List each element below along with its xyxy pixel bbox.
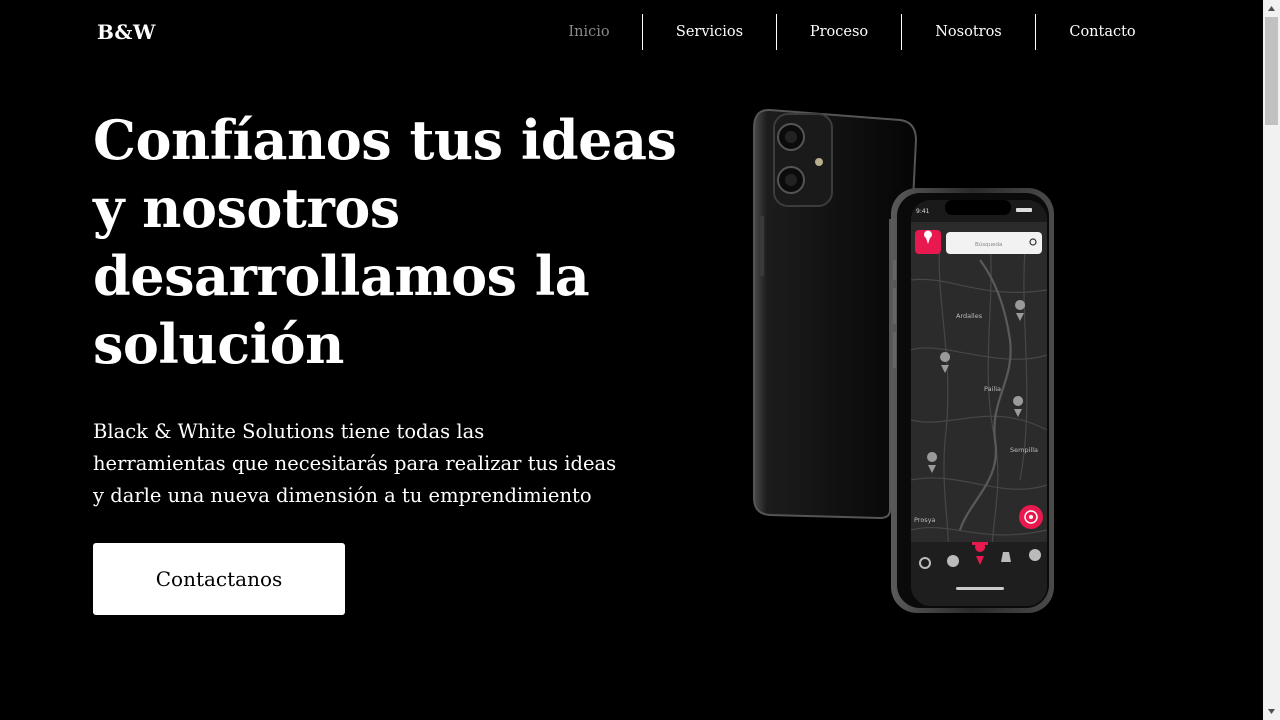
hero-description-line: Black & White Solutions tiene todas las — [93, 420, 485, 443]
map-label: Ardalles — [956, 312, 983, 320]
front-phone: 9:41 Búsqueda Ardalles Pailia Sempilla P… — [891, 188, 1054, 613]
phones-illustration: 9:41 Búsqueda Ardalles Pailia Sempilla P… — [740, 100, 1070, 625]
phone-search-placeholder: Búsqueda — [975, 241, 1002, 248]
phone-status-time: 9:41 — [916, 208, 930, 215]
scrollbar-thumb[interactable] — [1265, 17, 1278, 125]
nav-item-servicios[interactable]: Servicios — [643, 14, 776, 50]
hero-title-line: desarrollamos la — [93, 244, 590, 308]
map-label: Prosya — [914, 516, 936, 524]
hero-title-line: solución — [93, 312, 344, 376]
scroll-up-arrow-icon[interactable] — [1263, 0, 1280, 17]
nav-item-contacto[interactable]: Contacto — [1036, 14, 1169, 50]
map-label: Sempilla — [1010, 446, 1038, 454]
hero-description-line: herramientas que necesitarás para realiz… — [93, 452, 617, 475]
contact-button[interactable]: Contactanos — [93, 543, 345, 615]
nav-item-nosotros[interactable]: Nosotros — [902, 14, 1035, 50]
hero-description-line: y darle una nueva dimensión a tu emprend… — [93, 484, 592, 507]
main-nav: Inicio Servicios Proceso Nosotros Contac… — [536, 14, 1169, 50]
hero-title-line: Confíanos tus ideas — [93, 108, 677, 172]
scroll-down-arrow-icon[interactable] — [1263, 703, 1280, 720]
hero-description: Black & White Solutions tiene todas las … — [93, 416, 653, 512]
logo[interactable]: B&W — [97, 20, 156, 44]
hero-title: Confíanos tus ideas y nosotros desarroll… — [93, 106, 693, 378]
hero-title-line: y nosotros — [93, 176, 400, 240]
phones-image: 9:41 Búsqueda Ardalles Pailia Sempilla P… — [753, 108, 1054, 613]
map-label: Pailia — [984, 385, 1001, 393]
nav-item-proceso[interactable]: Proceso — [777, 14, 901, 50]
nav-item-inicio[interactable]: Inicio — [536, 14, 642, 50]
